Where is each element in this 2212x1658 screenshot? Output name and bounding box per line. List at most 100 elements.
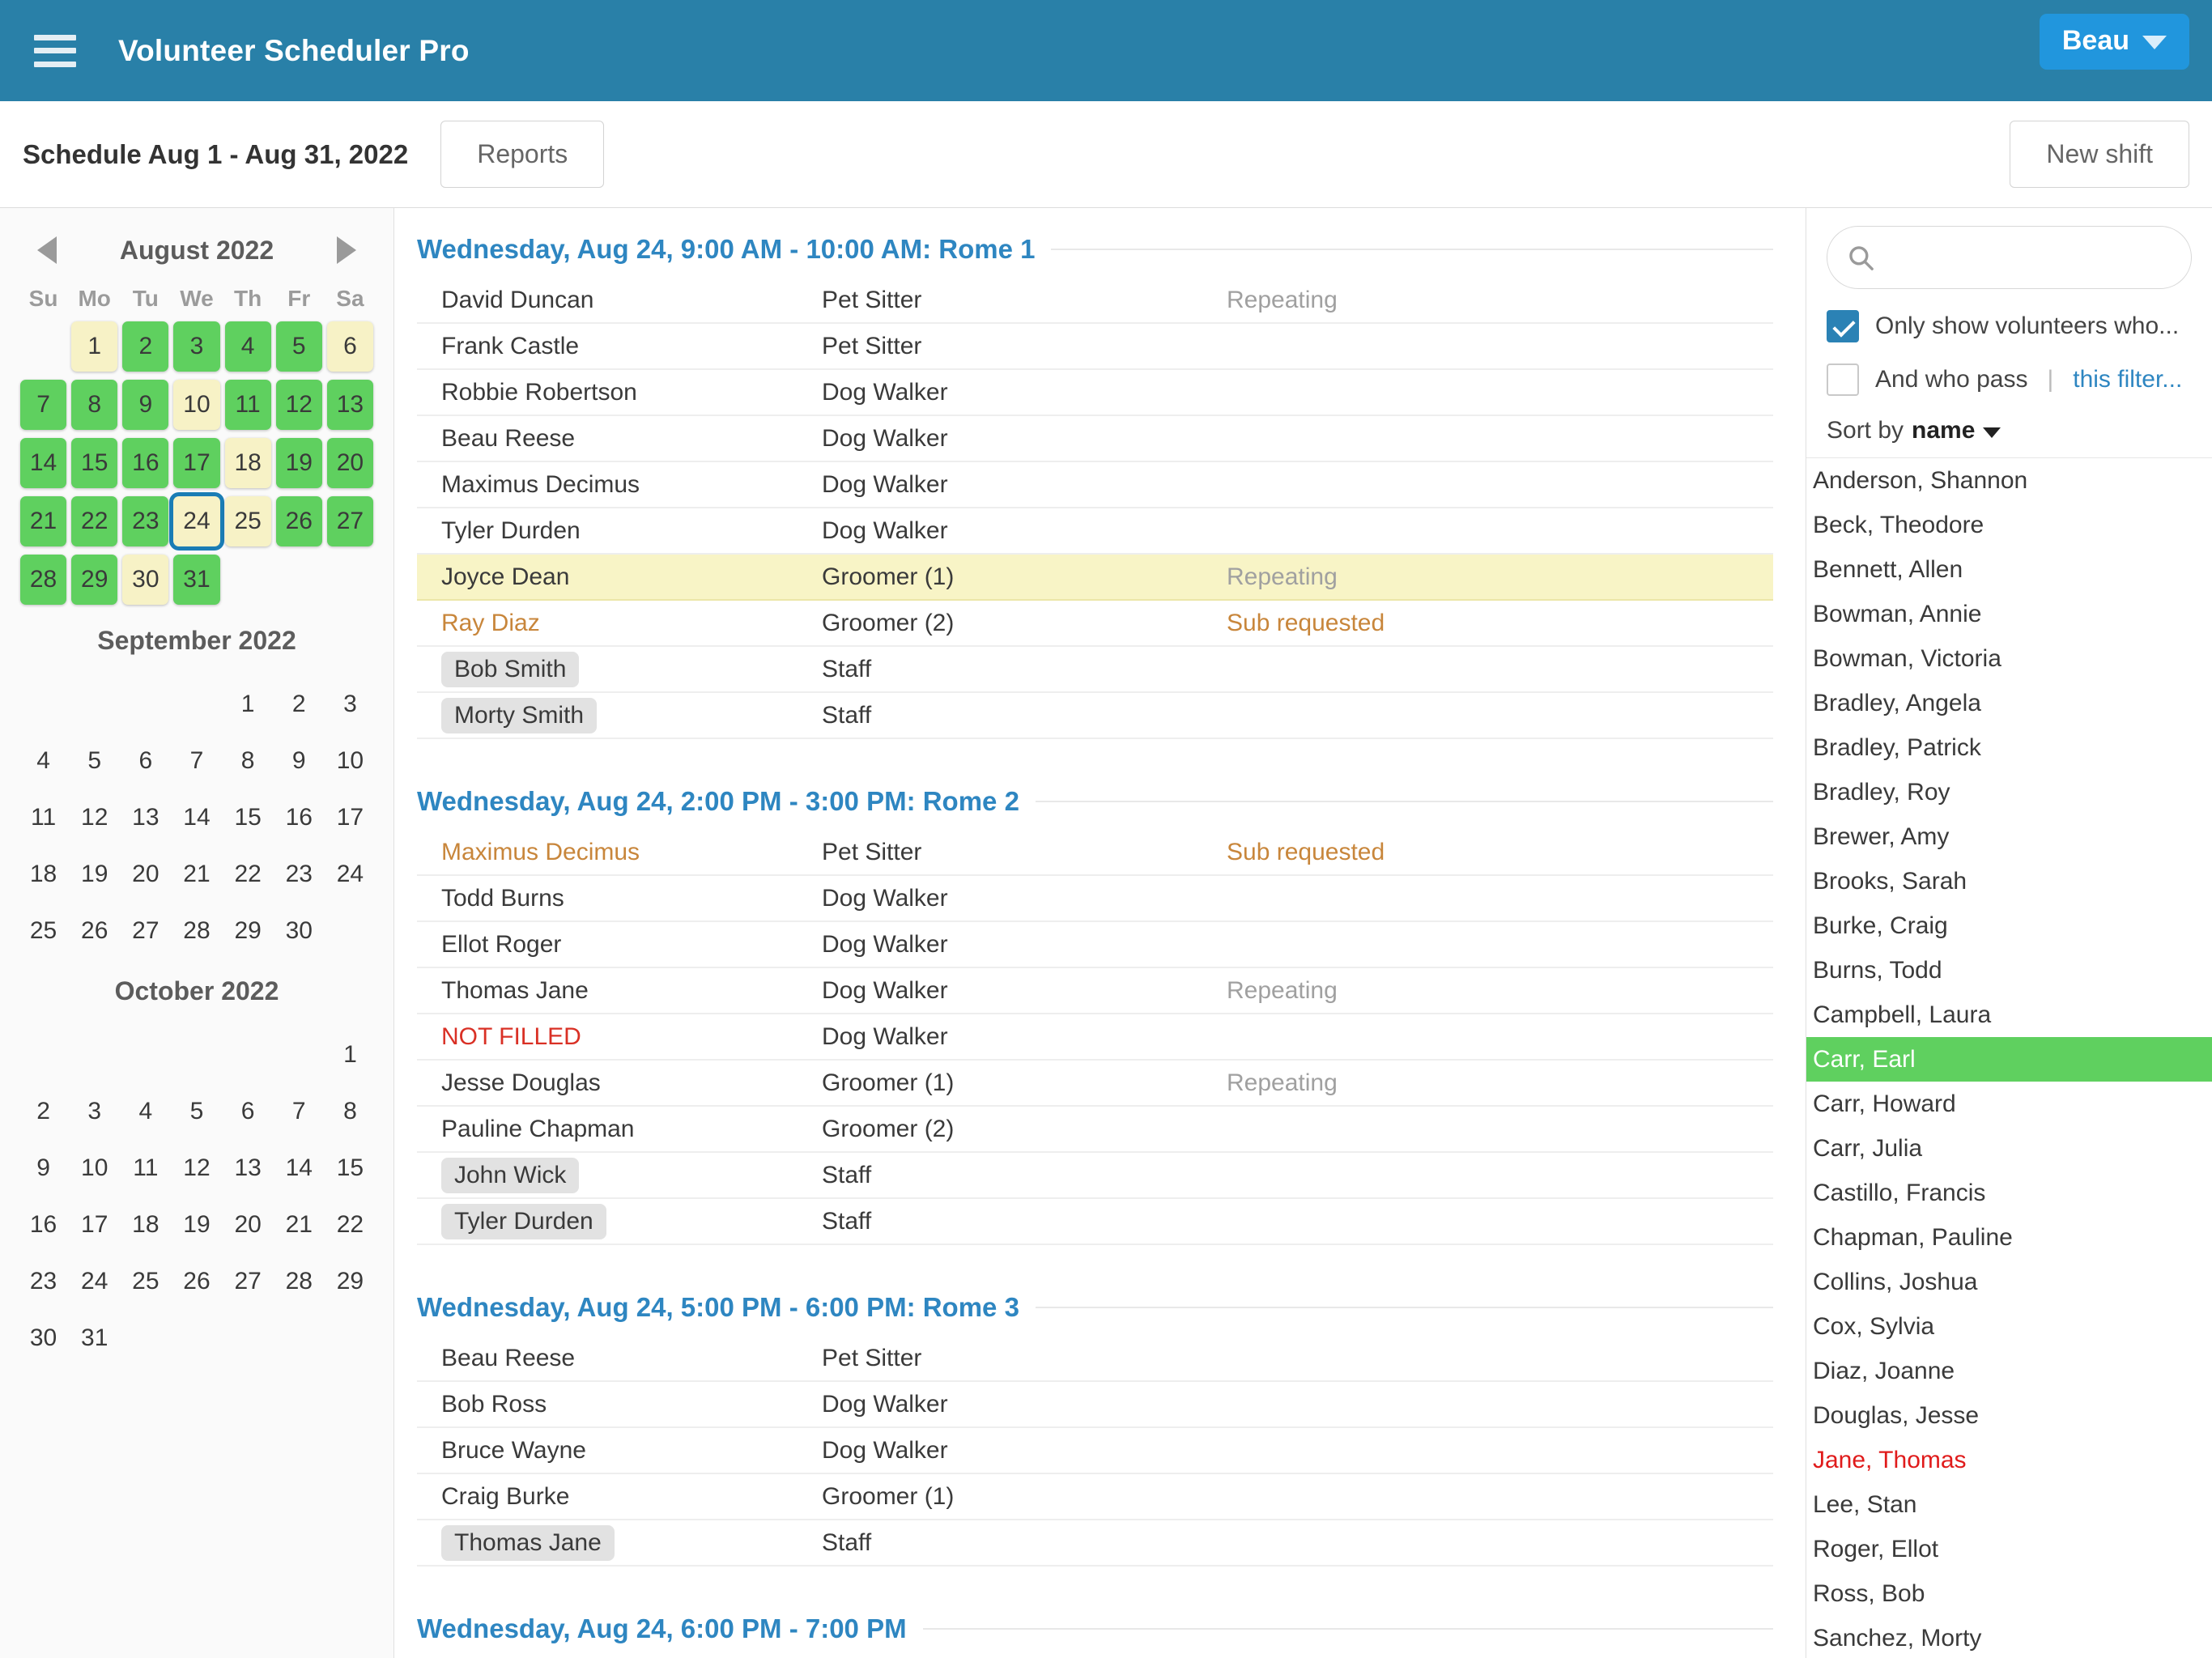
calendar-day-27[interactable]: 27 (326, 496, 373, 546)
prev-month-icon[interactable] (37, 236, 57, 264)
calendar-day-24[interactable]: 24 (327, 850, 373, 899)
calendar-day-31[interactable]: 31 (173, 555, 220, 605)
calendar-day-23[interactable]: 23 (122, 496, 169, 546)
calendar-day-9[interactable]: 9 (276, 737, 322, 785)
assignment-row[interactable]: Todd Burns Dog Walker (417, 876, 1773, 922)
calendar-day-19[interactable]: 19 (173, 1201, 219, 1249)
sort-by-value[interactable]: name (1912, 417, 1975, 444)
calendar-day-13[interactable]: 13 (225, 1144, 271, 1192)
calendar-day-2[interactable]: 2 (122, 321, 169, 372)
calendar-day-29[interactable]: 29 (71, 555, 118, 605)
assignment-row[interactable]: Ellot Roger Dog Walker (417, 922, 1773, 968)
volunteer-list-item[interactable]: Roger, Ellot (1806, 1527, 2212, 1571)
calendar-day-23[interactable]: 23 (20, 1257, 66, 1306)
shift-title[interactable]: Wednesday, Aug 24, 2:00 PM - 3:00 PM: Ro… (417, 786, 1019, 817)
calendar-day-30[interactable]: 30 (20, 1314, 66, 1363)
volunteer-list-item[interactable]: Burns, Todd (1806, 948, 2212, 993)
assignment-row[interactable]: Beau Reese Dog Walker (417, 416, 1773, 462)
assignment-row[interactable]: Morty Smith Staff (417, 693, 1773, 739)
calendar-day-10[interactable]: 10 (173, 380, 220, 430)
calendar-day-2[interactable]: 2 (276, 680, 322, 729)
calendar-day-2[interactable]: 2 (20, 1087, 66, 1136)
calendar-day-6[interactable]: 6 (225, 1087, 271, 1136)
calendar-day-30[interactable]: 30 (276, 907, 322, 955)
calendar-day-25[interactable]: 25 (20, 907, 66, 955)
volunteer-list-item[interactable]: Carr, Howard (1806, 1082, 2212, 1126)
this-filter-link[interactable]: this filter... (2073, 366, 2182, 393)
volunteer-list-item[interactable]: Beck, Theodore (1806, 503, 2212, 547)
volunteer-list-item[interactable]: Diaz, Joanne (1806, 1349, 2212, 1393)
assignment-row[interactable]: David Duncan Pet Sitter Repeating (417, 278, 1773, 324)
calendar-day-9[interactable]: 9 (20, 1144, 66, 1192)
volunteer-list-item[interactable]: Ross, Bob (1806, 1571, 2212, 1616)
calendar-day-22[interactable]: 22 (71, 496, 118, 546)
shift-title[interactable]: Wednesday, Aug 24, 5:00 PM - 6:00 PM: Ro… (417, 1292, 1019, 1323)
calendar-day-12[interactable]: 12 (71, 793, 117, 842)
calendar-day-5[interactable]: 5 (173, 1087, 219, 1136)
volunteer-list-item[interactable]: Brooks, Sarah (1806, 859, 2212, 903)
shift-title[interactable]: Wednesday, Aug 24, 6:00 PM - 7:00 PM (417, 1613, 907, 1644)
calendar-day-25[interactable]: 25 (224, 496, 271, 546)
calendar-day-14[interactable]: 14 (173, 793, 219, 842)
calendar-day-22[interactable]: 22 (225, 850, 271, 899)
volunteer-list-item[interactable]: Bowman, Victoria (1806, 636, 2212, 681)
volunteer-list-item[interactable]: Castillo, Francis (1806, 1171, 2212, 1215)
calendar-day-25[interactable]: 25 (122, 1257, 168, 1306)
calendar-day-14[interactable]: 14 (276, 1144, 322, 1192)
calendar-day-20[interactable]: 20 (326, 438, 373, 488)
calendar-day-22[interactable]: 22 (327, 1201, 373, 1249)
volunteer-list-item[interactable]: Sanchez, Morty (1806, 1616, 2212, 1658)
next-month-icon[interactable] (337, 236, 356, 264)
calendar-day-18[interactable]: 18 (224, 438, 271, 488)
volunteer-list-item[interactable]: Chapman, Pauline (1806, 1215, 2212, 1260)
calendar-day-4[interactable]: 4 (122, 1087, 168, 1136)
calendar-day-16[interactable]: 16 (122, 438, 169, 488)
calendar-day-13[interactable]: 13 (326, 380, 373, 430)
volunteer-list-item[interactable]: Lee, Stan (1806, 1482, 2212, 1527)
calendar-day-23[interactable]: 23 (276, 850, 322, 899)
calendar-day-29[interactable]: 29 (225, 907, 271, 955)
volunteer-list-item[interactable]: Bennett, Allen (1806, 547, 2212, 592)
calendar-day-15[interactable]: 15 (71, 438, 118, 488)
assignment-row[interactable]: Tyler Durden Staff (417, 1199, 1773, 1245)
assignment-row[interactable]: Maximus Decimus Pet Sitter Sub requested (417, 830, 1773, 876)
calendar-day-3[interactable]: 3 (327, 680, 373, 729)
user-menu-button[interactable]: Beau (2039, 14, 2189, 70)
reports-button[interactable]: Reports (440, 121, 605, 188)
calendar-day-26[interactable]: 26 (173, 1257, 219, 1306)
calendar-day-3[interactable]: 3 (71, 1087, 117, 1136)
calendar-day-16[interactable]: 16 (276, 793, 322, 842)
calendar-day-5[interactable]: 5 (71, 737, 117, 785)
volunteer-list-item[interactable]: Bradley, Roy (1806, 770, 2212, 814)
volunteer-list-item[interactable]: Bowman, Annie (1806, 592, 2212, 636)
calendar-day-20[interactable]: 20 (225, 1201, 271, 1249)
calendar-day-17[interactable]: 17 (173, 438, 220, 488)
assignment-row[interactable]: Bruce Wayne Dog Walker (417, 1428, 1773, 1474)
calendar-day-7[interactable]: 7 (173, 737, 219, 785)
assignment-row[interactable]: NOT FILLED Dog Walker (417, 1014, 1773, 1061)
calendar-day-24[interactable]: 24 (71, 1257, 117, 1306)
assignment-row[interactable]: Robbie Robertson Dog Walker (417, 370, 1773, 416)
calendar-day-19[interactable]: 19 (275, 438, 322, 488)
calendar-day-30[interactable]: 30 (122, 555, 169, 605)
volunteer-list-item[interactable]: Campbell, Laura (1806, 993, 2212, 1037)
assignment-row[interactable]: Thomas Jane Dog Walker Repeating (417, 968, 1773, 1014)
and-who-pass-checkbox[interactable] (1827, 363, 1859, 396)
calendar-day-26[interactable]: 26 (71, 907, 117, 955)
assignment-row[interactable]: Craig Burke Groomer (1) (417, 1474, 1773, 1520)
volunteer-list-item[interactable]: Jane, Thomas (1806, 1438, 2212, 1482)
calendar-day-17[interactable]: 17 (71, 1201, 117, 1249)
calendar-day-21[interactable]: 21 (276, 1201, 322, 1249)
new-shift-button[interactable]: New shift (2010, 121, 2189, 188)
calendar-day-10[interactable]: 10 (327, 737, 373, 785)
calendar-day-6[interactable]: 6 (326, 321, 373, 372)
assignment-row[interactable]: John Wick Staff (417, 1153, 1773, 1199)
calendar-day-19[interactable]: 19 (71, 850, 117, 899)
assignment-row[interactable]: Maximus Decimus Dog Walker (417, 462, 1773, 508)
calendar-day-14[interactable]: 14 (20, 438, 67, 488)
calendar-day-1[interactable]: 1 (71, 321, 118, 372)
calendar-day-4[interactable]: 4 (20, 737, 66, 785)
calendar-day-6[interactable]: 6 (122, 737, 168, 785)
volunteer-list-item[interactable]: Burke, Craig (1806, 903, 2212, 948)
volunteer-list-item[interactable]: Carr, Julia (1806, 1126, 2212, 1171)
